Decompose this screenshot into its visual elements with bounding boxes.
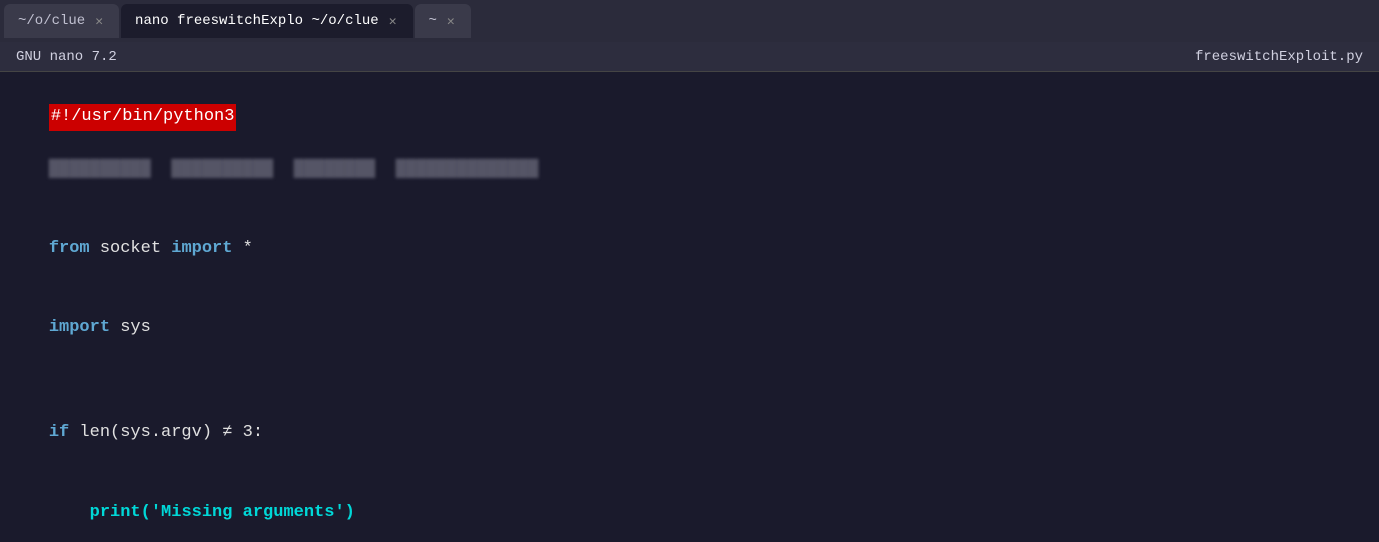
line-from: from socket import * [8, 210, 1371, 289]
shebang-text: #!/usr/bin/python3 [49, 104, 237, 130]
line-blurred: ██████████ ██████████ ████████ █████████… [8, 157, 1371, 183]
line-print1: print('Missing arguments') [8, 473, 1371, 542]
tab-tilde-close[interactable]: ✕ [445, 14, 457, 29]
star-text: * [232, 239, 252, 258]
indent1 [49, 503, 90, 522]
editor[interactable]: #!/usr/bin/python3 ██████████ ██████████… [0, 72, 1379, 542]
status-left: GNU nano 7.2 [16, 49, 117, 65]
tab-tilde-label: ~ [429, 13, 437, 29]
kw-from: from [49, 239, 90, 258]
tab-clue[interactable]: ~/o/clue ✕ [4, 4, 119, 38]
line-empty2 [8, 368, 1371, 394]
socket-text: socket [90, 239, 172, 258]
tab-nano-label: nano freeswitchExplo ~/o/clue [135, 13, 379, 29]
tab-bar: ~/o/clue ✕ nano freeswitchExplo ~/o/clue… [0, 0, 1379, 42]
tab-nano-close[interactable]: ✕ [387, 14, 399, 29]
status-bar: GNU nano 7.2 freeswitchExploit.py [0, 42, 1379, 72]
tab-nano[interactable]: nano freeswitchExplo ~/o/clue ✕ [121, 4, 412, 38]
line-if: if len(sys.argv) ≠ 3: [8, 394, 1371, 473]
kw-import2: import [49, 318, 110, 337]
if-body: len(sys.argv) ≠ 3: [69, 423, 263, 442]
print1-text: print('Missing arguments') [90, 503, 355, 522]
kw-import: import [171, 239, 232, 258]
tab-tilde[interactable]: ~ ✕ [415, 4, 471, 38]
status-right: freeswitchExploit.py [1195, 49, 1363, 65]
tab-clue-label: ~/o/clue [18, 13, 85, 29]
line-shebang: #!/usr/bin/python3 [8, 78, 1371, 157]
line-empty1 [8, 183, 1371, 209]
sys-text: sys [110, 318, 151, 337]
tab-clue-close[interactable]: ✕ [93, 14, 105, 29]
line-import: import sys [8, 289, 1371, 368]
kw-if: if [49, 423, 69, 442]
